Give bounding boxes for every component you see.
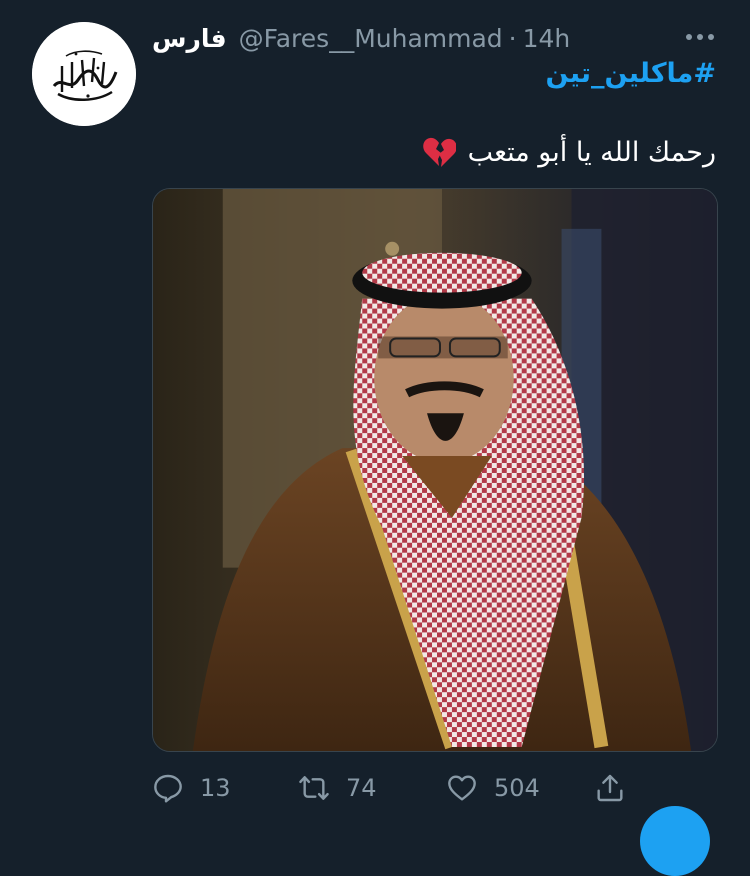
- reply-count: 13: [200, 774, 231, 802]
- portrait-photo: [153, 189, 717, 751]
- share-button[interactable]: [594, 766, 642, 810]
- retweet-icon: [299, 776, 329, 800]
- reply-icon: [154, 774, 182, 803]
- display-name[interactable]: فارس: [152, 24, 227, 53]
- retweet-button[interactable]: 74: [298, 766, 377, 810]
- compose-tweet-button[interactable]: [640, 806, 710, 876]
- more-options-icon[interactable]: [686, 30, 714, 44]
- user-handle[interactable]: @Fares__Muhammad: [239, 24, 503, 53]
- like-count: 504: [494, 774, 540, 802]
- reply-button[interactable]: 13: [152, 766, 231, 810]
- timestamp[interactable]: 14h: [523, 24, 571, 53]
- tweet-actions: 13 74 504: [152, 766, 718, 810]
- calligraphy-logo: [32, 22, 136, 126]
- tweet[interactable]: فارس @Fares__Muhammad · 14h #ماكلين_تين …: [0, 0, 750, 876]
- tweet-body: رحمك الله يا أبو متعب: [467, 136, 716, 168]
- hashtag-link[interactable]: #ماكلين_تين: [546, 58, 716, 89]
- retweet-count: 74: [346, 774, 377, 802]
- tweet-photo[interactable]: [152, 188, 718, 752]
- separator: ·: [508, 23, 517, 53]
- tweet-header: فارس @Fares__Muhammad · 14h: [152, 20, 570, 56]
- share-icon: [597, 774, 623, 802]
- heart-icon: [448, 775, 476, 801]
- broken-heart-icon: [422, 137, 456, 167]
- avatar[interactable]: [32, 22, 136, 126]
- like-button[interactable]: 504: [446, 766, 540, 810]
- tweet-text: رحمك الله يا أبو متعب: [422, 136, 716, 168]
